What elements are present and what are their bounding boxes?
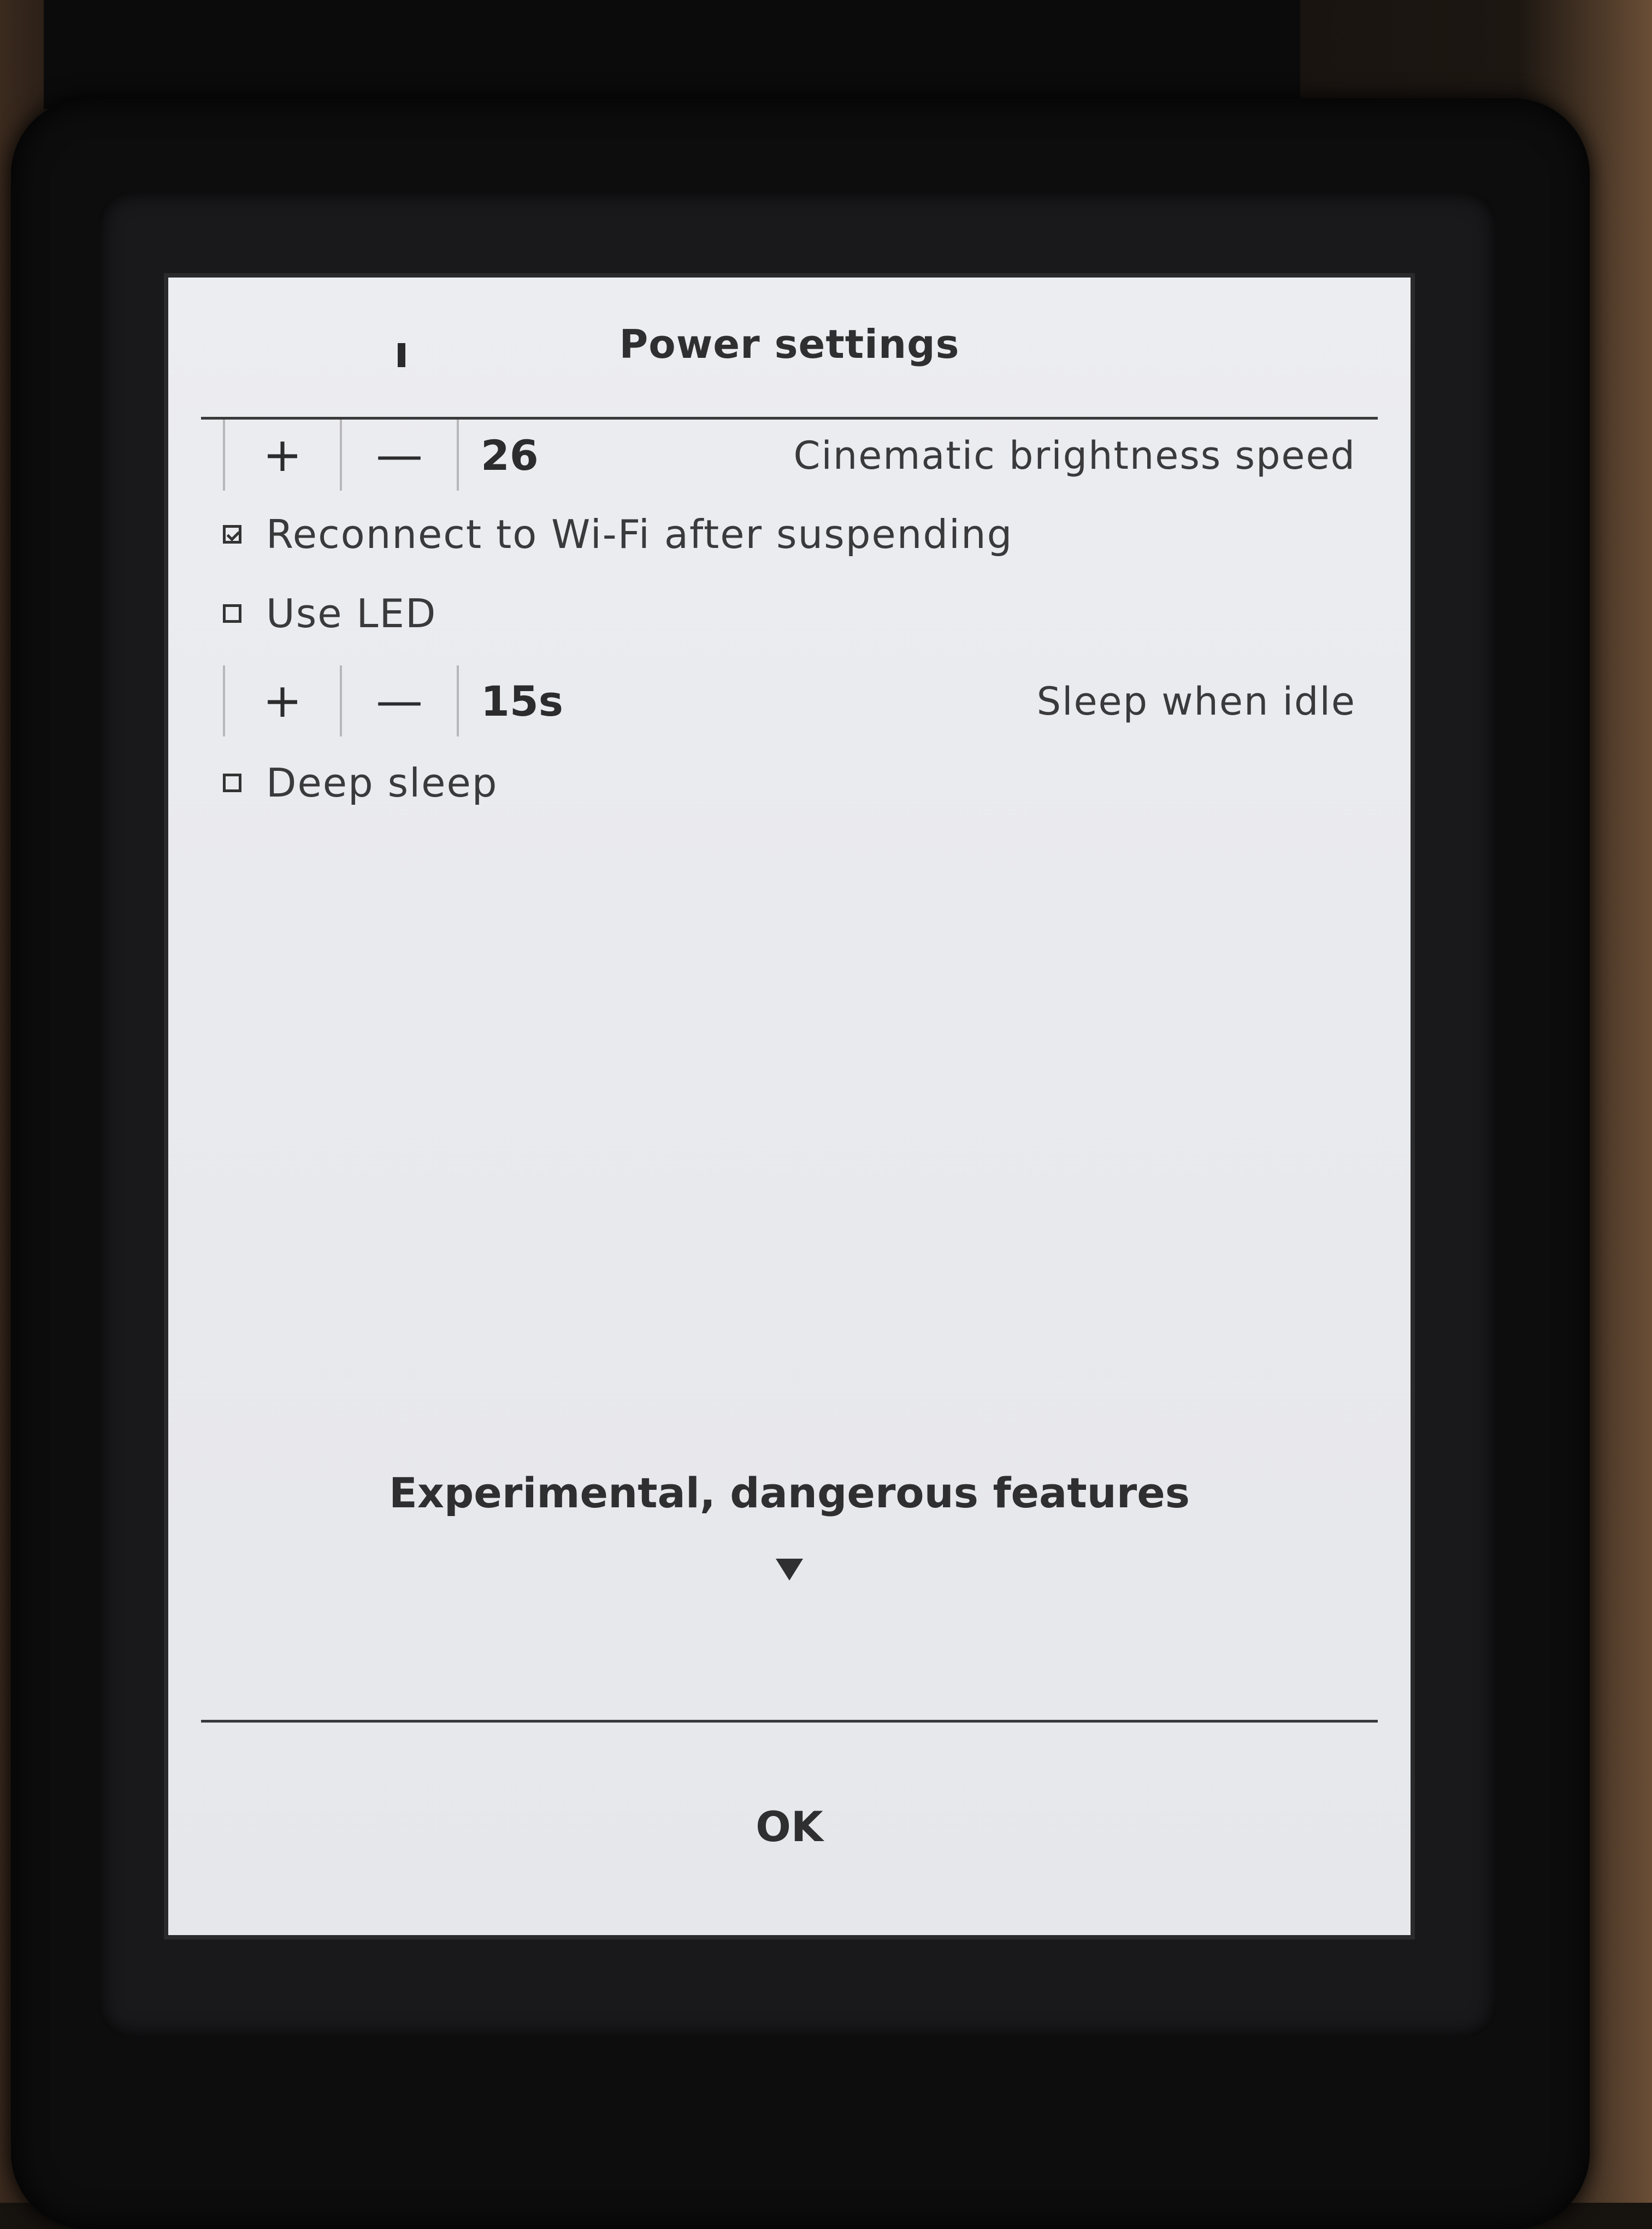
page-title: Power settings [619, 321, 960, 367]
reconnect-wifi-checkbox-row[interactable]: Reconnect to Wi-Fi after suspending [223, 507, 1013, 562]
sleep-idle-value: 15s [481, 676, 563, 726]
reconnect-wifi-checkbox[interactable] [223, 525, 241, 544]
footer-divider [201, 1720, 1378, 1723]
brightness-speed-row: + — 26 Cinematic brightness speed [223, 420, 1356, 496]
sleep-idle-stepper: + — 15s [223, 665, 563, 736]
expand-arrow-icon[interactable] [776, 1559, 803, 1581]
sleep-idle-increase-button[interactable]: + [225, 665, 340, 736]
brightness-stepper: + — 26 [223, 420, 539, 491]
deep-sleep-checkbox-row[interactable]: Deep sleep [223, 756, 498, 810]
dialog-header: Power settings [168, 316, 1411, 420]
brightness-decrease-button[interactable]: — [342, 420, 457, 491]
deep-sleep-label: Deep sleep [266, 760, 498, 806]
sleep-idle-row: + — 15s Sleep when idle [223, 665, 1356, 742]
brightness-increase-button[interactable]: + [225, 420, 340, 491]
reconnect-wifi-label: Reconnect to Wi-Fi after suspending [266, 511, 1013, 557]
deep-sleep-checkbox[interactable] [223, 774, 241, 792]
use-led-checkbox-row[interactable]: Use LED [223, 586, 436, 641]
cover-flap [44, 0, 1300, 109]
brightness-label: Cinematic brightness speed [793, 433, 1356, 478]
sleep-idle-label: Sleep when idle [1036, 679, 1356, 724]
device-screen: Power settings + — 26 Cinematic brightne… [164, 273, 1415, 1939]
ok-button[interactable]: OK [680, 1791, 899, 1862]
brightness-value: 26 [481, 431, 539, 480]
use-led-label: Use LED [266, 591, 437, 636]
experimental-features-toggle[interactable]: Experimental, dangerous features [168, 1469, 1411, 1517]
use-led-checkbox[interactable] [223, 604, 241, 623]
sleep-idle-decrease-button[interactable]: — [342, 665, 457, 736]
